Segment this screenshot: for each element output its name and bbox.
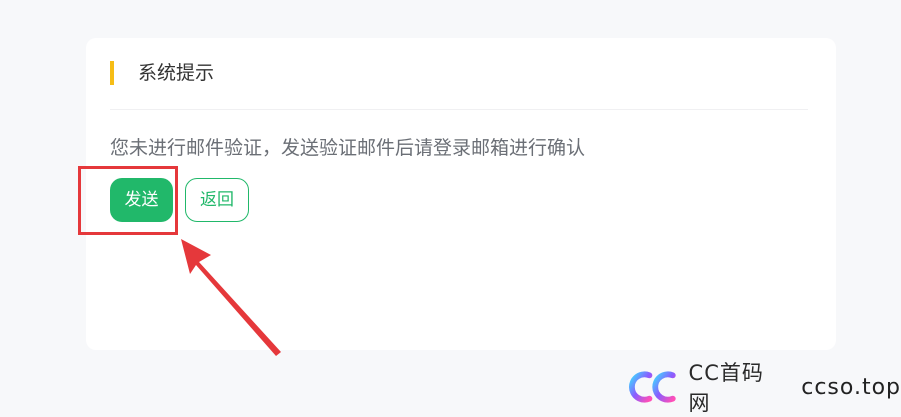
notice-message: 您未进行邮件验证，发送验证邮件后请登录邮箱进行确认 [110, 137, 586, 159]
watermark-domain: ccso.top [801, 374, 901, 400]
back-button[interactable]: 返回 [185, 178, 249, 222]
watermark-name: CC首码网 [688, 361, 764, 415]
cc-logo-icon [629, 371, 676, 403]
highlight-box [78, 166, 178, 235]
card-title: 系统提示 [138, 62, 215, 84]
title-accent-bar [110, 61, 114, 85]
card-header: 系统提示 [110, 60, 214, 86]
watermark: CC首码网 ccso.top [628, 361, 901, 415]
notice-card: 系统提示 您未进行邮件验证，发送验证邮件后请登录邮箱进行确认 发送 返回 [86, 38, 836, 350]
header-divider [110, 109, 808, 110]
